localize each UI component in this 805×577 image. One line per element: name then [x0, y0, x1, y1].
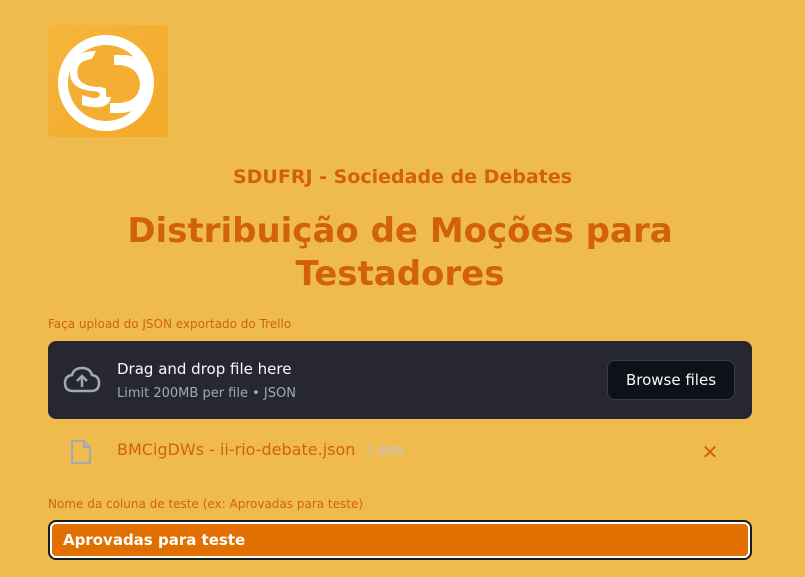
dropzone-limit: Limit 200MB per file • JSON — [117, 386, 296, 401]
cloud-upload-icon — [63, 366, 101, 393]
browse-files-button[interactable]: Browse files — [607, 360, 735, 400]
org-title: SDUFRJ - Sociedade de Debates — [232, 166, 573, 188]
dropzone-title: Drag and drop file here — [117, 360, 292, 378]
uploaded-file-row: BMCigDWs - ii-rio-debate.json 1.6MB ✕ — [48, 432, 752, 472]
uploaded-file-size: 1.6MB — [366, 444, 404, 458]
page-title-line-2: Testadores — [295, 254, 505, 294]
upload-label: Faça upload do JSON exportado do Trello — [48, 317, 292, 331]
page-title: Distribuição de Moções para Testadores — [100, 210, 700, 296]
page-title-line-1: Distribuição de Moções para — [127, 211, 673, 251]
uploaded-file-name: BMCigDWs - ii-rio-debate.json — [117, 440, 356, 459]
sd-logo-icon — [58, 35, 154, 131]
file-dropzone[interactable]: Drag and drop file here Limit 200MB per … — [48, 341, 752, 419]
column-name-label: Nome da coluna de teste (ex: Aprovadas p… — [48, 497, 364, 511]
column-name-input[interactable] — [48, 520, 752, 560]
file-icon — [71, 440, 91, 464]
remove-file-button[interactable]: ✕ — [700, 442, 720, 462]
logo — [48, 25, 168, 137]
